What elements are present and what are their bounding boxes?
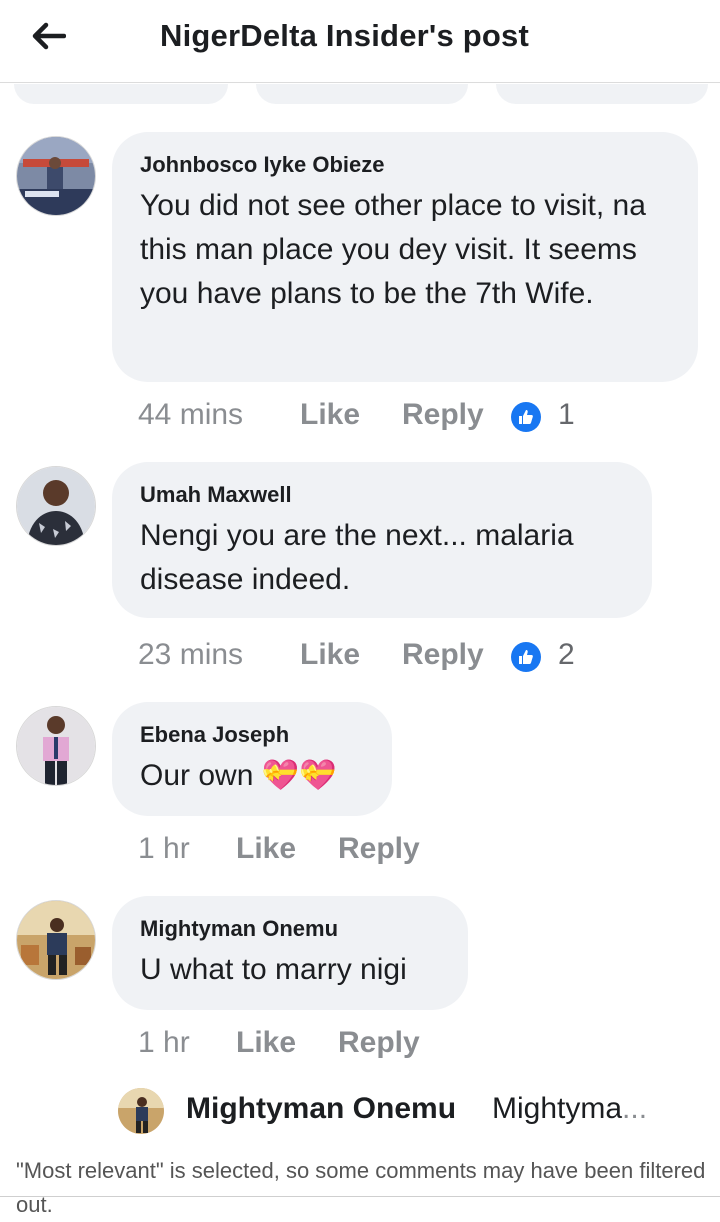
like-button[interactable]: Like	[236, 832, 296, 866]
comment-author[interactable]: Johnbosco Iyke Obieze	[140, 152, 672, 178]
like-reaction-icon[interactable]	[511, 642, 541, 672]
avatar[interactable]	[16, 466, 96, 546]
app-header: NigerDelta Insider's post	[0, 0, 720, 83]
filter-chip[interactable]	[496, 84, 708, 104]
arrow-left-icon	[32, 22, 66, 50]
comment-bubble: Umah Maxwell Nengi you are the next... m…	[112, 462, 652, 618]
comment-text: Nengi you are the next... malaria diseas…	[140, 519, 574, 596]
thumbs-up-icon	[519, 410, 533, 424]
avatar[interactable]	[16, 706, 96, 786]
comment-time[interactable]: 23 mins	[138, 638, 243, 672]
comment-bubble: Ebena Joseph Our own 💝💝	[112, 702, 392, 816]
like-reaction-icon[interactable]	[511, 402, 541, 432]
avatar[interactable]	[16, 136, 96, 216]
comment-time[interactable]: 1 hr	[138, 832, 190, 866]
reply-snippet-ellipsis: ...	[622, 1092, 648, 1125]
like-count[interactable]: 1	[558, 398, 575, 432]
avatar[interactable]	[16, 900, 96, 980]
like-count[interactable]: 2	[558, 638, 575, 672]
reply-button[interactable]: Reply	[338, 1026, 420, 1060]
comment-actions: 1 hr Like Reply	[138, 1026, 698, 1066]
comment-text: You did not see other place to visit, na…	[140, 189, 646, 310]
like-button[interactable]: Like	[236, 1026, 296, 1060]
avatar[interactable]	[118, 1088, 164, 1134]
back-button[interactable]	[28, 18, 68, 54]
comment-bubble: Mightyman Onemu U what to marry nigi	[112, 896, 468, 1010]
filter-chip[interactable]	[14, 84, 228, 104]
like-button[interactable]: Like	[300, 638, 360, 672]
reply-button[interactable]: Reply	[402, 638, 484, 672]
like-button[interactable]: Like	[300, 398, 360, 432]
reply-snippet-text: Mightyma	[492, 1092, 623, 1125]
thumbs-up-icon	[519, 650, 533, 664]
filter-chip[interactable]	[256, 84, 468, 104]
comment-bubble: Johnbosco Iyke Obieze You did not see ot…	[112, 132, 698, 382]
view-reply-link[interactable]: Mightyman Onemu Mightyma...	[118, 1088, 698, 1134]
reply-button[interactable]: Reply	[402, 398, 484, 432]
comment-time[interactable]: 1 hr	[138, 1026, 190, 1060]
comment-actions: 1 hr Like Reply	[138, 832, 698, 872]
comment-author[interactable]: Umah Maxwell	[140, 482, 626, 508]
comment-text: Our own 💝💝	[140, 759, 337, 792]
comment-author[interactable]: Mightyman Onemu	[140, 916, 442, 942]
comment-actions: 23 mins Like Reply 2	[138, 638, 698, 678]
reply-snippet: Mightyma...	[492, 1092, 647, 1126]
comment-actions: 44 mins Like Reply 1	[138, 398, 698, 438]
comment-author[interactable]: Ebena Joseph	[140, 722, 366, 748]
page-title: NigerDelta Insider's post	[160, 18, 529, 53]
comment-text: U what to marry nigi	[140, 953, 407, 986]
divider	[0, 1196, 720, 1197]
reply-button[interactable]: Reply	[338, 832, 420, 866]
comment-time[interactable]: 44 mins	[138, 398, 243, 432]
reply-author[interactable]: Mightyman Onemu	[186, 1092, 456, 1126]
